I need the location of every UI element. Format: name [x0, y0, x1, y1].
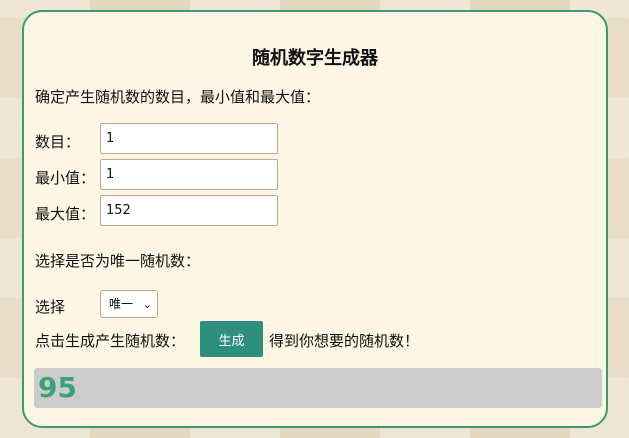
result-display: 95	[34, 368, 602, 408]
generate-suffix: 得到你想要的随机数！	[269, 332, 420, 350]
generator-card: 随机数字生成器 确定产生随机数的数目，最小值和最大值： 数目： 最小值： 最大值…	[22, 10, 608, 428]
unique-prompt: 选择是否为唯一随机数：	[35, 252, 201, 270]
page-title: 随机数字生成器	[252, 48, 378, 69]
intro-text: 确定产生随机数的数目，最小值和最大值：	[35, 88, 321, 106]
count-label: 数目：	[35, 133, 81, 151]
chevron-down-icon: ⌄	[142, 298, 152, 311]
generate-prompt: 点击生成产生随机数：	[35, 332, 186, 350]
min-label: 最小值：	[35, 169, 96, 187]
max-label: 最大值：	[35, 205, 96, 223]
select-label: 选择	[35, 298, 66, 316]
count-input[interactable]	[100, 123, 278, 154]
unique-select[interactable]: 唯一 ⌄	[100, 290, 158, 318]
min-input[interactable]	[100, 159, 278, 190]
max-input[interactable]	[100, 195, 278, 226]
generate-button[interactable]: 生成	[200, 321, 263, 357]
unique-select-value: 唯一	[109, 297, 134, 311]
